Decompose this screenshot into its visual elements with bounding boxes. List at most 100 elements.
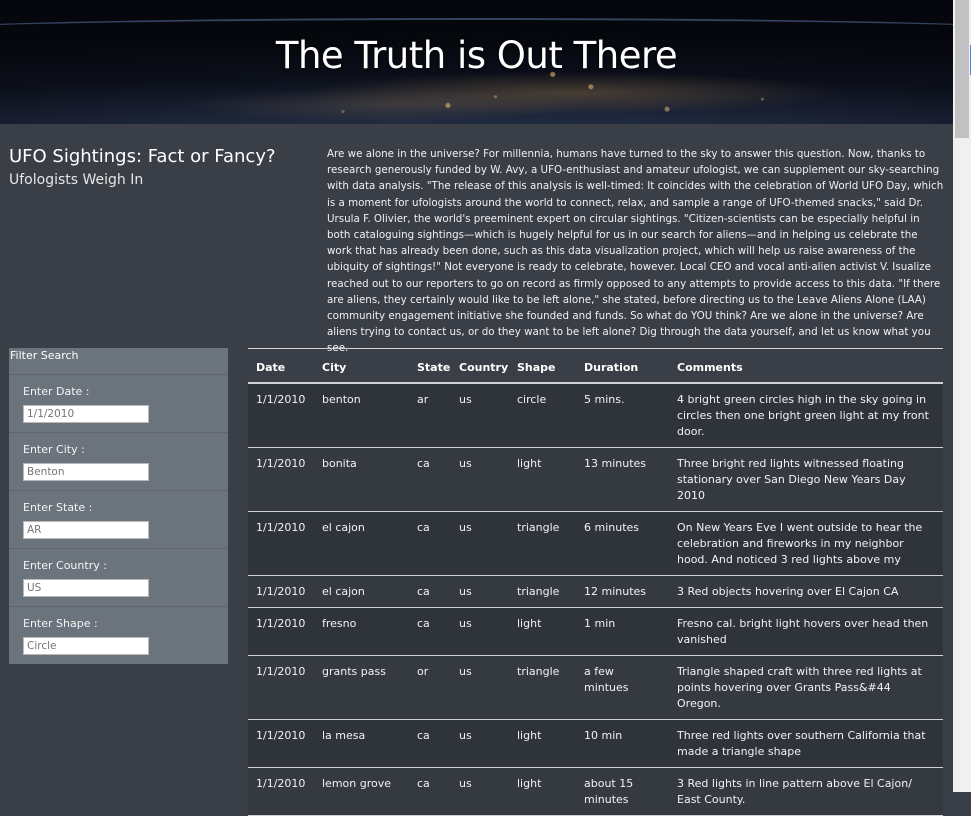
cell-city: bonita — [314, 447, 409, 512]
state-input[interactable] — [23, 521, 149, 539]
comment-text: Triangle shaped craft with three red lig… — [677, 665, 922, 710]
cell-duration: 13 minutes — [576, 447, 669, 512]
table-row: 1/1/2010 benton ar us circle 5 mins. 4 bright … — [248, 383, 943, 448]
header-duration: Duration — [576, 348, 669, 384]
date-input[interactable] — [23, 405, 149, 423]
cell-comments: Three red lights over southern Californi… — [669, 719, 943, 768]
cell-comments: On New Years Eve I went outside to hear … — [669, 511, 943, 576]
intro-paragraph: Are we alone in the universe? For millen… — [327, 148, 944, 355]
header-country: Country — [451, 348, 509, 384]
cell-duration: 6 minutes — [576, 511, 669, 576]
cell-country: us — [451, 719, 509, 768]
cell-country: us — [451, 383, 509, 448]
cell-city: el cajon — [314, 511, 409, 576]
cell-date: 1/1/2010 — [248, 655, 314, 720]
cell-shape: circle — [509, 383, 576, 448]
comment-text: Three bright red lights witnessed floati… — [677, 457, 906, 502]
cell-comments: Fresno cal. bright light hovers over hea… — [669, 607, 943, 656]
cell-duration: 12 minutes — [576, 575, 669, 608]
hero-title: The Truth is Out There — [275, 34, 678, 77]
header-state: State — [409, 348, 451, 384]
cell-country: us — [451, 575, 509, 608]
cell-duration: 1 min — [576, 607, 669, 656]
page-scrollbar[interactable] — [953, 0, 971, 792]
cell-city: fresno — [314, 607, 409, 656]
filter-row-shape: Enter Shape : — [9, 607, 228, 664]
cell-duration: 10 min — [576, 719, 669, 768]
filter-header: Filter Search — [9, 348, 228, 375]
city-input[interactable] — [23, 463, 149, 481]
cell-duration: a few mintues — [576, 655, 669, 720]
table-row: 1/1/2010 grants pass or us triangle a few min… — [248, 655, 943, 720]
comment-text: 3 Red objects hovering over El Cajon CA — [677, 585, 899, 598]
table-body: 1/1/2010 benton ar us circle 5 mins. 4 bright … — [248, 383, 943, 816]
scrollbar-thumb[interactable] — [955, 0, 969, 138]
comment-text: On New Years Eve I went outside to hear … — [677, 521, 923, 566]
cell-state: or — [409, 655, 451, 720]
cell-date: 1/1/2010 — [248, 607, 314, 656]
cell-date: 1/1/2010 — [248, 575, 314, 608]
country-input[interactable] — [23, 579, 149, 597]
table-header-row: Date City State Country Shape Duration C… — [248, 348, 943, 384]
cell-comments: Triangle shaped craft with three red lig… — [669, 655, 943, 720]
shape-input[interactable] — [23, 637, 149, 655]
header-shape: Shape — [509, 348, 576, 384]
table-row: 1/1/2010 el cajon ca us triangle 6 minutes On … — [248, 511, 943, 576]
cell-shape: triangle — [509, 655, 576, 720]
cell-country: us — [451, 447, 509, 512]
filter-panel: Filter Search Enter Date : Enter City : … — [9, 348, 228, 664]
cell-date: 1/1/2010 — [248, 447, 314, 512]
filter-title: Filter Search — [10, 349, 79, 362]
comment-text: 3 Red lights in line pattern above El Ca… — [677, 777, 912, 806]
cell-city: grants pass — [314, 655, 409, 720]
table-row: 1/1/2010 fresno ca us light 1 min Fresno cal. … — [248, 607, 943, 656]
filter-row-state: Enter State : — [9, 491, 228, 549]
cell-state: ca — [409, 447, 451, 512]
hero-banner: The Truth is Out There — [0, 0, 953, 124]
cell-shape: light — [509, 447, 576, 512]
state-label: Enter State : — [23, 501, 93, 514]
page-title: UFO Sightings: Fact or Fancy? — [9, 146, 276, 167]
cell-state: ar — [409, 383, 451, 448]
header-city: City — [314, 348, 409, 384]
header-date: Date — [248, 348, 314, 384]
cell-date: 1/1/2010 — [248, 719, 314, 768]
ufo-table-container: Date City State Country Shape Duration C… — [248, 348, 943, 816]
filter-row-city: Enter City : — [9, 433, 228, 491]
header-comments: Comments — [669, 348, 943, 384]
cell-shape: triangle — [509, 575, 576, 608]
cell-shape: triangle — [509, 511, 576, 576]
cell-city: el cajon — [314, 575, 409, 608]
filter-row-country: Enter Country : — [9, 549, 228, 607]
page-subtitle: Ufologists Weigh In — [9, 172, 144, 188]
ufo-sightings-table: Date City State Country Shape Duration C… — [248, 348, 943, 816]
cell-state: ca — [409, 511, 451, 576]
date-label: Enter Date : — [23, 385, 90, 398]
cell-country: us — [451, 511, 509, 576]
country-label: Enter Country : — [23, 559, 107, 572]
shape-label: Enter Shape : — [23, 617, 98, 630]
city-label: Enter City : — [23, 443, 85, 456]
cell-date: 1/1/2010 — [248, 511, 314, 576]
cell-state: ca — [409, 719, 451, 768]
cell-country: us — [451, 607, 509, 656]
comment-text: Three red lights over southern Californi… — [677, 729, 926, 758]
cell-city: benton — [314, 383, 409, 448]
table-row: 1/1/2010 la mesa ca us light 10 min Three red … — [248, 719, 943, 768]
cell-state: ca — [409, 607, 451, 656]
filter-row-date: Enter Date : — [9, 375, 228, 433]
cell-date: 1/1/2010 — [248, 383, 314, 448]
cell-comments: 4 bright green circles high in the sky g… — [669, 383, 943, 448]
cell-country: us — [451, 655, 509, 720]
cell-shape: light — [509, 719, 576, 768]
cell-comments: 3 Red objects hovering over El Cajon CA — [669, 575, 943, 608]
cell-city: la mesa — [314, 719, 409, 768]
cell-duration: 5 mins. — [576, 383, 669, 448]
table-row: 1/1/2010 el cajon ca us triangle 12 minutes 3 … — [248, 575, 943, 608]
cell-shape: light — [509, 607, 576, 656]
comment-text: Fresno cal. bright light hovers over hea… — [677, 617, 929, 646]
cell-comments: Three bright red lights witnessed floati… — [669, 447, 943, 512]
cell-state: ca — [409, 575, 451, 608]
table-row: 1/1/2010 bonita ca us light 13 minutes Three b… — [248, 447, 943, 512]
comment-text: 4 bright green circles high in the sky g… — [677, 393, 929, 438]
